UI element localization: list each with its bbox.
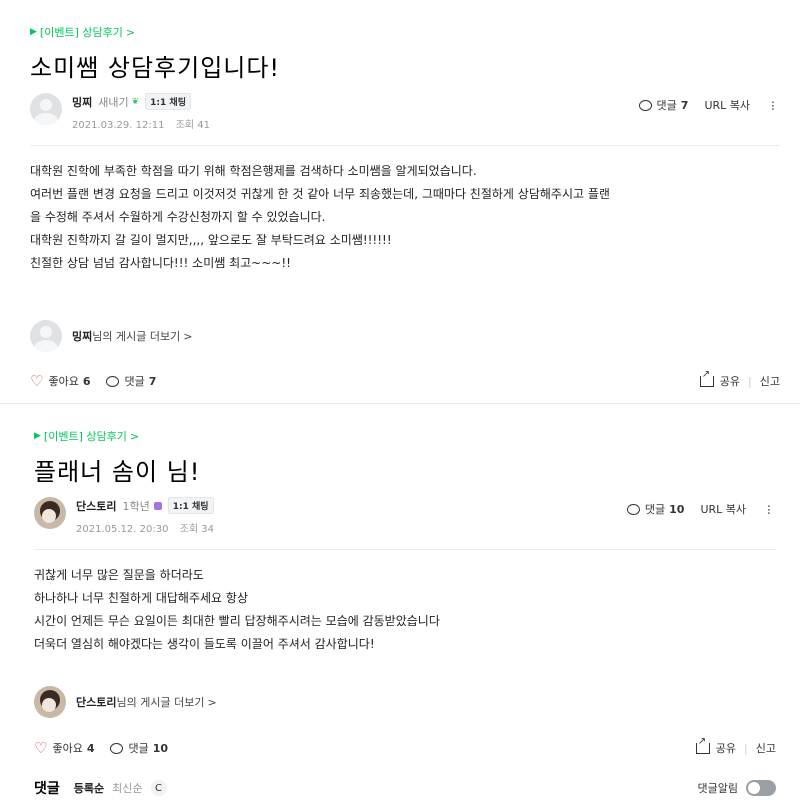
sprout-icon: ❦: [131, 96, 140, 107]
report-button[interactable]: 신고: [760, 373, 780, 389]
meta-actions: 댓글 7 URL 복사 ···: [638, 97, 780, 113]
like-count: 6: [82, 374, 91, 388]
content-line: 대학원 진학까지 갈 길이 멀지만,,,, 앞으로도 잘 부탁드려요 소미쌤!!…: [30, 233, 392, 247]
avatar[interactable]: [34, 497, 66, 529]
member-grade: 새내기: [98, 95, 129, 109]
post-card: ▶ [이벤트] 상담후기 > 플래너 솜이 님! 단스토리 1학년 1:1 채팅…: [0, 403, 800, 800]
share-button[interactable]: 공유: [716, 740, 736, 756]
footer-actions: 공유 | 신고: [695, 736, 776, 756]
triangle-icon: ▶: [30, 27, 37, 37]
chat-button[interactable]: 1:1 채팅: [145, 93, 191, 110]
category-link[interactable]: ▶ [이벤트] 상담후기 >: [30, 24, 780, 40]
comment-count: 7: [148, 374, 157, 388]
content-line: 대학원 진학에 부족한 학점을 따기 위해 학점은행제를 검색하다 소미쌤을 알…: [30, 164, 477, 178]
heart-icon[interactable]: ♡: [34, 740, 47, 756]
comment-alarm-toggle[interactable]: [746, 780, 776, 796]
post-card: ▶ [이벤트] 상담후기 > 소미쌤 상담후기입니다! 밍찌 새내기 ❦ 1:1…: [0, 0, 800, 403]
author-name[interactable]: 단스토리: [76, 498, 116, 514]
category-label: [이벤트] 상담후기: [43, 430, 127, 443]
comment-count: 10: [152, 741, 169, 755]
comment-icon: [638, 99, 652, 111]
share-icon: [695, 736, 710, 754]
comment-count: 7: [680, 98, 689, 112]
report-button[interactable]: 신고: [756, 740, 776, 756]
sort-latest-tab[interactable]: 최신순: [112, 780, 142, 796]
comment-alarm: 댓글알림: [698, 780, 776, 796]
share-icon: [699, 369, 714, 387]
meta-actions: 댓글 10 URL 복사 ···: [626, 501, 776, 517]
post-content: 대학원 진학에 부족한 학점을 따기 위해 학점은행제를 검색하다 소미쌤을 알…: [30, 160, 780, 275]
comment-icon: [106, 375, 120, 387]
content-line: 친절한 상담 넘넘 감사합니다!!! 소미쌤 최고~~~!!: [30, 256, 291, 270]
divider: [34, 549, 776, 550]
comment-label: 댓글: [124, 375, 145, 388]
footer-actions: 공유 | 신고: [699, 369, 780, 389]
author-name: 단스토리: [76, 696, 117, 709]
view-count: 조회 34: [179, 524, 214, 535]
member-grade: 1학년: [122, 499, 150, 513]
post-title: 플래너 솜이 님!: [34, 458, 201, 486]
divider: [30, 145, 780, 146]
comment-link[interactable]: 댓글: [657, 97, 677, 113]
post-content: 귀찮게 너무 많은 질문을 하더라도 하나하나 너무 친절하게 대답해주세요 항…: [34, 564, 776, 656]
separator: |: [744, 741, 748, 755]
author-more-link[interactable]: 밍찌 님의 게시글 더보기 >: [30, 320, 192, 352]
chat-button[interactable]: 1:1 채팅: [167, 497, 214, 514]
post-meta: 단스토리 1학년 1:1 채팅 2021.05.12. 20:30 조회 34 …: [34, 497, 776, 535]
comment-count: 10: [669, 502, 685, 516]
url-copy-button[interactable]: URL 복사: [700, 501, 746, 517]
like-button[interactable]: 좋아요: [52, 740, 82, 756]
grade-badge-icon: [153, 501, 162, 510]
author-name[interactable]: 밍찌: [72, 94, 92, 110]
url-copy-button[interactable]: URL 복사: [704, 97, 750, 113]
comment-icon: [110, 742, 124, 754]
more-posts-label: 님의 게시글 더보기: [116, 696, 205, 709]
post-date: 2021.03.29. 12:11: [72, 120, 165, 131]
chevron-right-icon: >: [183, 329, 193, 343]
content-line: 을 수정해 주셔서 수월하게 수강신청까지 할 수 있었습니다.: [30, 210, 326, 224]
chevron-right-icon: >: [125, 25, 136, 39]
like-button[interactable]: 좋아요: [48, 373, 78, 389]
refresh-icon[interactable]: C: [150, 780, 167, 796]
category-label: [이벤트] 상담후기: [39, 26, 123, 39]
post-date: 2021.05.12. 20:30: [76, 524, 169, 535]
triangle-icon: ▶: [34, 431, 41, 441]
author-more-link[interactable]: 단스토리 님의 게시글 더보기 >: [34, 686, 217, 718]
author-name: 밍찌: [72, 330, 93, 343]
comment-button[interactable]: 댓글 10: [110, 740, 168, 756]
more-options-icon[interactable]: ···: [760, 504, 776, 514]
chevron-right-icon: >: [207, 695, 217, 709]
post-title: 소미쌤 상담후기입니다!: [30, 54, 281, 82]
separator: |: [748, 374, 752, 388]
content-line: 귀찮게 너무 많은 질문을 하더라도: [34, 568, 204, 582]
comment-button[interactable]: 댓글 7: [106, 373, 156, 389]
more-posts-label: 님의 게시글 더보기: [92, 330, 181, 343]
avatar: [30, 320, 62, 352]
content-line: 여러번 플랜 변경 요청을 드리고 이것저것 귀찮게 한 것 같아 너무 죄송했…: [30, 187, 610, 201]
sort-register-tab[interactable]: 등록순: [74, 780, 104, 796]
comment-label: 댓글: [128, 742, 149, 755]
comments-title: 댓글: [34, 781, 60, 797]
comments-header: 댓글 등록순 최신순 C 댓글알림: [34, 778, 776, 798]
content-line: 하나하나 너무 친절하게 대답해주세요 항상: [34, 591, 248, 605]
content-line: 시간이 언제든 무슨 요일이든 최대한 빨리 답장해주시려는 모습에 감동받았습…: [34, 614, 440, 628]
share-button[interactable]: 공유: [720, 373, 740, 389]
heart-icon[interactable]: ♡: [30, 373, 43, 389]
post-meta: 밍찌 새내기 ❦ 1:1 채팅 2021.03.29. 12:11 조회 41 …: [30, 93, 780, 131]
post-footer: ♡ 좋아요 4 댓글 10: [34, 740, 168, 756]
chevron-right-icon: >: [129, 429, 140, 443]
comment-alarm-label: 댓글알림: [697, 782, 738, 795]
post-footer: ♡ 좋아요 6 댓글 7: [30, 373, 156, 389]
like-count: 4: [86, 741, 95, 755]
avatar[interactable]: [30, 93, 62, 125]
comment-link[interactable]: 댓글: [645, 501, 665, 517]
content-line: 더욱더 열심히 해야겠다는 생각이 들도록 이끌어 주셔서 감사합니다!: [34, 637, 375, 651]
comment-icon: [626, 503, 640, 515]
category-link[interactable]: ▶ [이벤트] 상담후기 >: [34, 428, 776, 444]
more-options-icon[interactable]: ···: [764, 100, 780, 110]
avatar: [34, 686, 66, 718]
view-count: 조회 41: [175, 120, 210, 131]
